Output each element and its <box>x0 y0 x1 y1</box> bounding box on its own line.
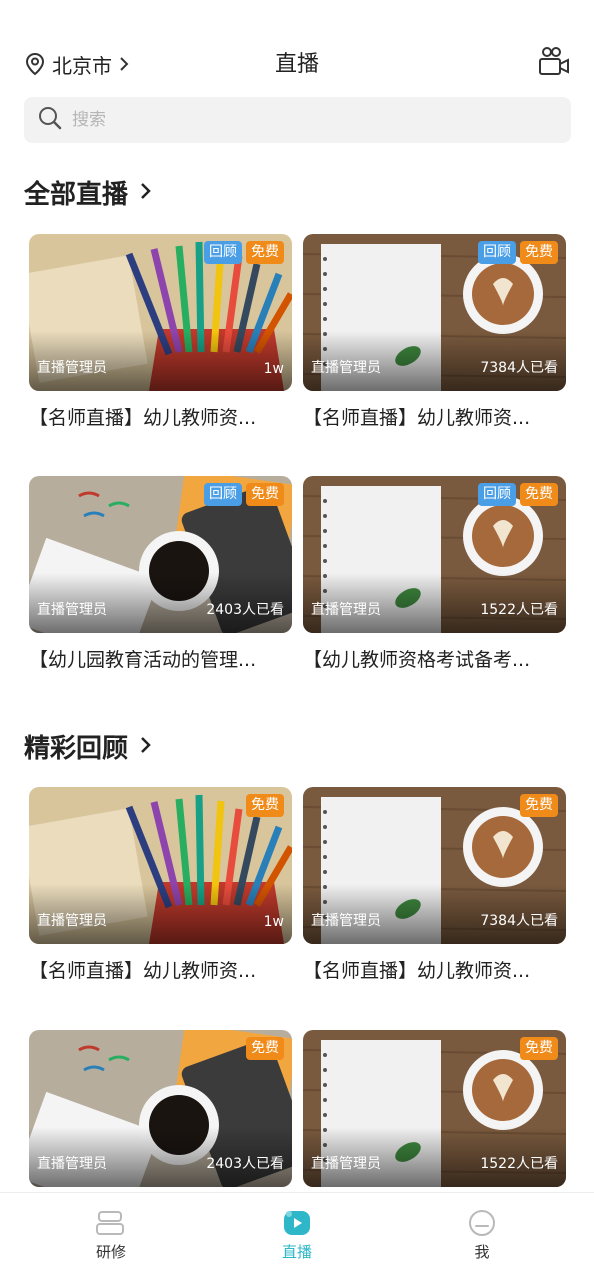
badge-review: 回顾 <box>478 241 516 264</box>
live-title[interactable]: 【名师直播】幼儿教师资... <box>303 956 566 983</box>
video-camera-icon[interactable] <box>538 46 570 82</box>
badge-group: 免费 <box>246 794 284 817</box>
live-title[interactable]: 【名师直播】幼儿教师资... <box>303 403 566 430</box>
tab-label: 直播 <box>281 1243 312 1261</box>
badge-group: 免费 <box>520 794 558 817</box>
section-title-all-live[interactable]: 全部直播 <box>24 174 152 211</box>
badge-review: 回顾 <box>204 483 242 506</box>
badge-free: 免费 <box>520 241 558 264</box>
view-count: 1522人已看 <box>480 602 558 618</box>
badge-group: 回顾 免费 <box>478 483 558 506</box>
badge-free: 免费 <box>246 1037 284 1060</box>
live-card[interactable]: 回顾 免费 直播管理员 1w 【名师直播】幼儿教师资... <box>29 234 292 430</box>
live-thumbnail[interactable]: 回顾 免费 直播管理员 2403人已看 <box>29 476 292 633</box>
author-label: 直播管理员 <box>37 602 107 618</box>
badge-free: 免费 <box>520 483 558 506</box>
badge-group: 回顾 免费 <box>204 241 284 264</box>
badge-free: 免费 <box>520 1037 558 1060</box>
page-title: 直播 <box>274 52 319 77</box>
badge-free: 免费 <box>520 794 558 817</box>
view-count: 1w <box>263 361 284 377</box>
live-play-icon <box>237 1209 357 1237</box>
author-label: 直播管理员 <box>37 1156 107 1172</box>
view-count: 2403人已看 <box>206 1156 284 1172</box>
live-thumbnail[interactable]: 免费 直播管理员 1522人已看 <box>303 1030 566 1187</box>
live-card[interactable]: 回顾 免费 直播管理员 2403人已看 【幼儿园教育活动的管理... <box>29 476 292 672</box>
badge-free: 免费 <box>246 794 284 817</box>
author-label: 直播管理员 <box>311 602 381 618</box>
live-thumbnail[interactable]: 免费 直播管理员 7384人已看 <box>303 787 566 944</box>
badge-group: 回顾 免费 <box>204 483 284 506</box>
author-label: 直播管理员 <box>311 913 381 929</box>
profile-face-icon <box>422 1209 542 1237</box>
live-card[interactable]: 回顾 免费 直播管理员 1522人已看 【幼儿教师资格考试备考... <box>303 476 566 672</box>
view-count: 2403人已看 <box>206 602 284 618</box>
section-title-label: 精彩回顾 <box>24 734 129 764</box>
search-bar[interactable] <box>24 97 571 143</box>
chevron-right-icon <box>140 178 152 208</box>
live-card[interactable]: 免费 直播管理员 7384人已看 【名师直播】幼儿教师资... <box>303 787 566 983</box>
author-label: 直播管理员 <box>37 913 107 929</box>
view-count: 1w <box>263 914 284 930</box>
badge-review: 回顾 <box>478 483 516 506</box>
live-card[interactable]: 免费 直播管理员 2403人已看 <box>29 1030 292 1199</box>
search-icon <box>38 106 62 134</box>
header: 北京市 直播 <box>0 0 594 96</box>
section-title-highlights[interactable]: 精彩回顾 <box>24 728 152 765</box>
badge-free: 免费 <box>246 483 284 506</box>
live-title[interactable]: 【幼儿园教育活动的管理... <box>29 645 292 672</box>
live-title[interactable]: 【名师直播】幼儿教师资... <box>29 403 292 430</box>
live-card[interactable]: 免费 直播管理员 1522人已看 <box>303 1030 566 1199</box>
badge-free: 免费 <box>246 241 284 264</box>
view-count: 7384人已看 <box>480 360 558 376</box>
author-label: 直播管理员 <box>37 360 107 376</box>
live-title[interactable]: 【幼儿教师资格考试备考... <box>303 645 566 672</box>
books-icon <box>51 1209 171 1237</box>
author-label: 直播管理员 <box>311 1156 381 1172</box>
badge-group: 回顾 免费 <box>478 241 558 264</box>
view-count: 1522人已看 <box>480 1156 558 1172</box>
section-title-label: 全部直播 <box>24 180 129 210</box>
live-title[interactable]: 【名师直播】幼儿教师资... <box>29 956 292 983</box>
live-thumbnail[interactable]: 回顾 免费 直播管理员 7384人已看 <box>303 234 566 391</box>
tab-me[interactable]: 我 <box>422 1209 542 1262</box>
live-thumbnail[interactable]: 免费 直播管理员 2403人已看 <box>29 1030 292 1187</box>
live-thumbnail[interactable]: 免费 直播管理员 1w <box>29 787 292 944</box>
live-thumbnail[interactable]: 回顾 免费 直播管理员 1522人已看 <box>303 476 566 633</box>
tab-label: 研修 <box>95 1243 126 1261</box>
bottom-tab-bar: 研修 直播 我 <box>0 1192 594 1280</box>
tab-study[interactable]: 研修 <box>51 1209 171 1262</box>
live-card[interactable]: 回顾 免费 直播管理员 7384人已看 【名师直播】幼儿教师资... <box>303 234 566 430</box>
search-input[interactable] <box>72 110 512 130</box>
badge-group: 免费 <box>520 1037 558 1060</box>
badge-group: 免费 <box>246 1037 284 1060</box>
badge-review: 回顾 <box>204 241 242 264</box>
chevron-right-icon <box>140 732 152 762</box>
live-thumbnail[interactable]: 回顾 免费 直播管理员 1w <box>29 234 292 391</box>
author-label: 直播管理员 <box>311 360 381 376</box>
tab-live[interactable]: 直播 <box>237 1209 357 1262</box>
view-count: 7384人已看 <box>480 913 558 929</box>
tab-label: 我 <box>474 1243 490 1261</box>
live-card[interactable]: 免费 直播管理员 1w 【名师直播】幼儿教师资... <box>29 787 292 983</box>
